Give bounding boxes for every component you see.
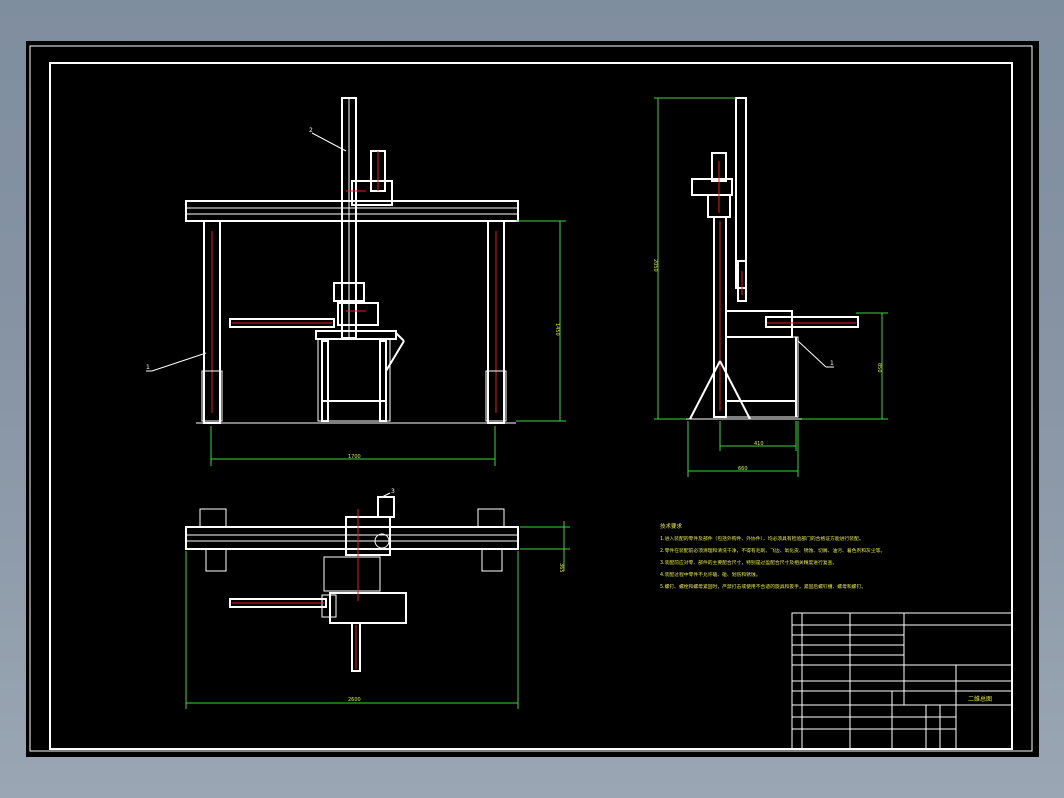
tech-line-4: 4.装配过程中零件不允许磕、碰、划伤和锈蚀。 bbox=[660, 571, 761, 578]
dim-front-width: 1700 bbox=[348, 454, 361, 460]
balloon-1-side: 1 bbox=[830, 360, 834, 367]
sheet-border-inner bbox=[49, 62, 1013, 750]
dim-side-width-1: 410 bbox=[754, 441, 764, 447]
title-block-name: 二维总图 bbox=[968, 695, 992, 703]
side-view-balloons: 1 bbox=[797, 340, 834, 368]
front-view-dimensions: 1700 1450 bbox=[210, 220, 566, 466]
balloon-2-front: 2 bbox=[309, 127, 313, 134]
tech-line-1: 1.进入装配的零件及部件（包括外购件、外协件），均必须具有检验部门的合格证方能进… bbox=[660, 535, 864, 542]
title-block: 二维总图 bbox=[791, 612, 1013, 750]
tech-title: 技术要求 bbox=[660, 522, 683, 530]
tech-line-3: 3.装配前应对零、部件的主要配合尺寸，特别是过盈配合尺寸及相关精度进行复查。 bbox=[660, 559, 837, 566]
dim-side-table-height: 850 bbox=[876, 363, 882, 373]
tech-line-5: 5.螺钉、螺栓和螺母紧固时，严禁打击或使用不合适的旋具和扳手，紧固后螺钉槽、螺母… bbox=[660, 583, 866, 590]
tech-requirements: 技术要求 1.进入装配的零件及部件（包括外购件、外协件），均必须具有检验部门的合… bbox=[660, 522, 885, 590]
balloon-3-top: 3 bbox=[391, 488, 395, 495]
balloon-1-front: 1 bbox=[146, 364, 150, 371]
dim-top-depth: 365 bbox=[558, 563, 564, 573]
front-view bbox=[185, 97, 519, 424]
dim-front-height: 1450 bbox=[554, 323, 560, 336]
tech-line-2: 2.零件在装配前必须清理和清洗干净，不得有毛刺、飞边、氧化皮、锈蚀、切屑、油污、… bbox=[660, 547, 885, 554]
top-view bbox=[185, 496, 519, 672]
side-view-dimensions: 2050 850 410 660 bbox=[652, 97, 888, 477]
dim-side-width-2: 660 bbox=[738, 466, 748, 472]
dim-top-width: 2600 bbox=[348, 697, 361, 703]
cad-viewport[interactable]: 1700 1450 1 2 2050 850 410 660 1 2600 36… bbox=[26, 41, 1039, 757]
drawing-canvas: 1700 1450 1 2 2050 850 410 660 1 2600 36… bbox=[29, 45, 1033, 752]
side-view bbox=[686, 97, 859, 420]
top-view-balloons: 3 bbox=[381, 488, 395, 498]
dim-side-height: 2050 bbox=[652, 259, 658, 272]
